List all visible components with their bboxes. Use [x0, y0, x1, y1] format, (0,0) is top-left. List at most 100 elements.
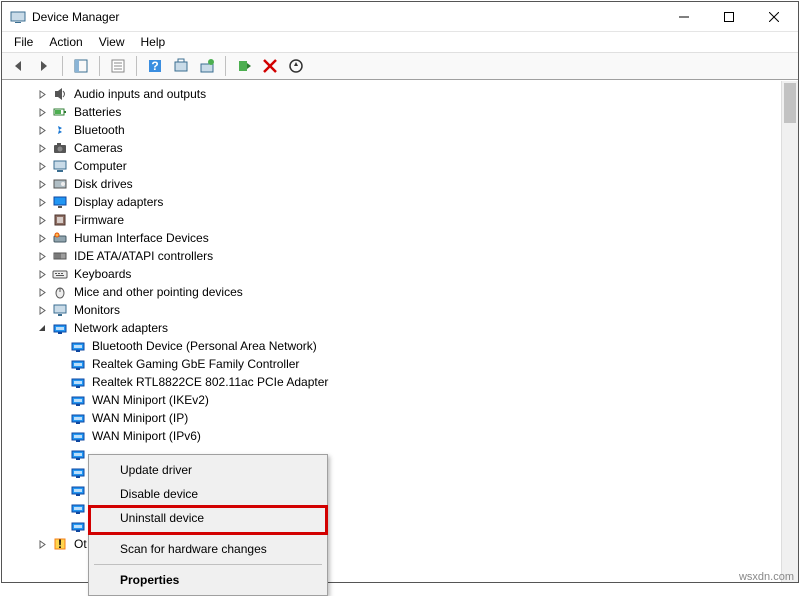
device-node[interactable]: WAN Miniport (IKEv2): [4, 391, 779, 409]
menu-file[interactable]: File: [6, 33, 41, 51]
menu-bar: File Action View Help: [2, 32, 798, 52]
minimize-button[interactable]: [661, 2, 706, 31]
back-button[interactable]: [6, 54, 30, 78]
category-node[interactable]: Display adapters: [4, 193, 779, 211]
device-node[interactable]: Realtek Gaming GbE Family Controller: [4, 355, 779, 373]
category-node[interactable]: Monitors: [4, 301, 779, 319]
scrollbar-thumb[interactable]: [784, 83, 796, 123]
device-node[interactable]: WAN Miniport (IP): [4, 409, 779, 427]
device-node[interactable]: Realtek RTL8822CE 802.11ac PCIe Adapter: [4, 373, 779, 391]
ctx-uninstall-device[interactable]: Uninstall device: [92, 506, 324, 530]
category-node[interactable]: Human Interface Devices: [4, 229, 779, 247]
network-icon: [70, 428, 86, 444]
category-node[interactable]: Firmware: [4, 211, 779, 229]
node-label: Keyboards: [72, 266, 133, 282]
chevron-right-icon[interactable]: [34, 104, 50, 120]
chevron-right-icon[interactable]: [34, 122, 50, 138]
chevron-right-icon[interactable]: [34, 266, 50, 282]
show-hide-tree-button[interactable]: [69, 54, 93, 78]
node-label: Batteries: [72, 104, 123, 120]
other-icon: !: [52, 536, 68, 552]
forward-button[interactable]: [32, 54, 56, 78]
category-node[interactable]: Disk drives: [4, 175, 779, 193]
category-node[interactable]: Batteries: [4, 103, 779, 121]
category-node[interactable]: Mice and other pointing devices: [4, 283, 779, 301]
chevron-right-icon: [52, 500, 68, 516]
ctx-properties[interactable]: Properties: [92, 568, 324, 592]
disk-icon: [52, 176, 68, 192]
node-label: Mice and other pointing devices: [72, 284, 245, 300]
maximize-button[interactable]: [706, 2, 751, 31]
chevron-right-icon: [52, 338, 68, 354]
chevron-right-icon: [52, 374, 68, 390]
network-icon: [70, 410, 86, 426]
category-node[interactable]: Bluetooth: [4, 121, 779, 139]
ctx-scan-hardware[interactable]: Scan for hardware changes: [92, 537, 324, 561]
scan-hardware-button[interactable]: [284, 54, 308, 78]
bluetooth-icon: [52, 122, 68, 138]
chevron-right-icon[interactable]: [34, 248, 50, 264]
menu-action[interactable]: Action: [41, 33, 90, 51]
chevron-right-icon[interactable]: [34, 536, 50, 552]
network-icon: [70, 356, 86, 372]
battery-icon: [52, 104, 68, 120]
network-icon: [70, 446, 86, 462]
help-button[interactable]: ?: [143, 54, 167, 78]
ctx-update-driver[interactable]: Update driver: [92, 458, 324, 482]
chevron-right-icon: [52, 392, 68, 408]
node-label: Network adapters: [72, 320, 170, 336]
ide-icon: [52, 248, 68, 264]
toolbar-separator: [62, 56, 63, 76]
hid-icon: [52, 230, 68, 246]
node-label: Human Interface Devices: [72, 230, 211, 246]
enable-button[interactable]: [232, 54, 256, 78]
device-node[interactable]: Bluetooth Device (Personal Area Network): [4, 337, 779, 355]
properties-button[interactable]: [106, 54, 130, 78]
node-label: Bluetooth Device (Personal Area Network): [90, 338, 319, 354]
category-node[interactable]: Network adapters: [4, 319, 779, 337]
network-icon: [52, 320, 68, 336]
category-node[interactable]: Computer: [4, 157, 779, 175]
node-label: WAN Miniport (IPv6): [90, 428, 203, 444]
chevron-right-icon[interactable]: [34, 176, 50, 192]
device-node[interactable]: WAN Miniport (IPv6): [4, 427, 779, 445]
toolbar-separator: [99, 56, 100, 76]
uninstall-button[interactable]: [258, 54, 282, 78]
node-label: Computer: [72, 158, 129, 174]
chevron-down-icon[interactable]: [34, 320, 50, 336]
node-label: WAN Miniport (IKEv2): [90, 392, 211, 408]
chevron-right-icon[interactable]: [34, 158, 50, 174]
title-bar[interactable]: Device Manager: [2, 2, 798, 32]
audio-icon: [52, 86, 68, 102]
chevron-right-icon: [52, 482, 68, 498]
scan-button[interactable]: [169, 54, 193, 78]
close-button[interactable]: [751, 2, 796, 31]
chevron-right-icon[interactable]: [34, 194, 50, 210]
menu-view[interactable]: View: [91, 33, 133, 51]
network-icon: [70, 518, 86, 534]
ctx-disable-device[interactable]: Disable device: [92, 482, 324, 506]
chevron-right-icon[interactable]: [34, 212, 50, 228]
node-label: Display adapters: [72, 194, 165, 210]
category-node[interactable]: Audio inputs and outputs: [4, 85, 779, 103]
node-label: Realtek RTL8822CE 802.11ac PCIe Adapter: [90, 374, 330, 390]
chevron-right-icon[interactable]: [34, 86, 50, 102]
app-icon: [10, 9, 26, 25]
network-icon: [70, 482, 86, 498]
vertical-scrollbar[interactable]: [781, 81, 798, 582]
update-driver-button[interactable]: [195, 54, 219, 78]
category-node[interactable]: Keyboards: [4, 265, 779, 283]
node-label: Disk drives: [72, 176, 135, 192]
category-node[interactable]: IDE ATA/ATAPI controllers: [4, 247, 779, 265]
node-label: Cameras: [72, 140, 125, 156]
chevron-right-icon[interactable]: [34, 302, 50, 318]
chevron-right-icon[interactable]: [34, 230, 50, 246]
mouse-icon: [52, 284, 68, 300]
category-node[interactable]: Cameras: [4, 139, 779, 157]
chevron-right-icon[interactable]: [34, 284, 50, 300]
svg-text:?: ?: [151, 59, 158, 73]
network-icon: [70, 374, 86, 390]
menu-help[interactable]: Help: [133, 33, 174, 51]
node-label: Realtek Gaming GbE Family Controller: [90, 356, 301, 372]
chevron-right-icon[interactable]: [34, 140, 50, 156]
